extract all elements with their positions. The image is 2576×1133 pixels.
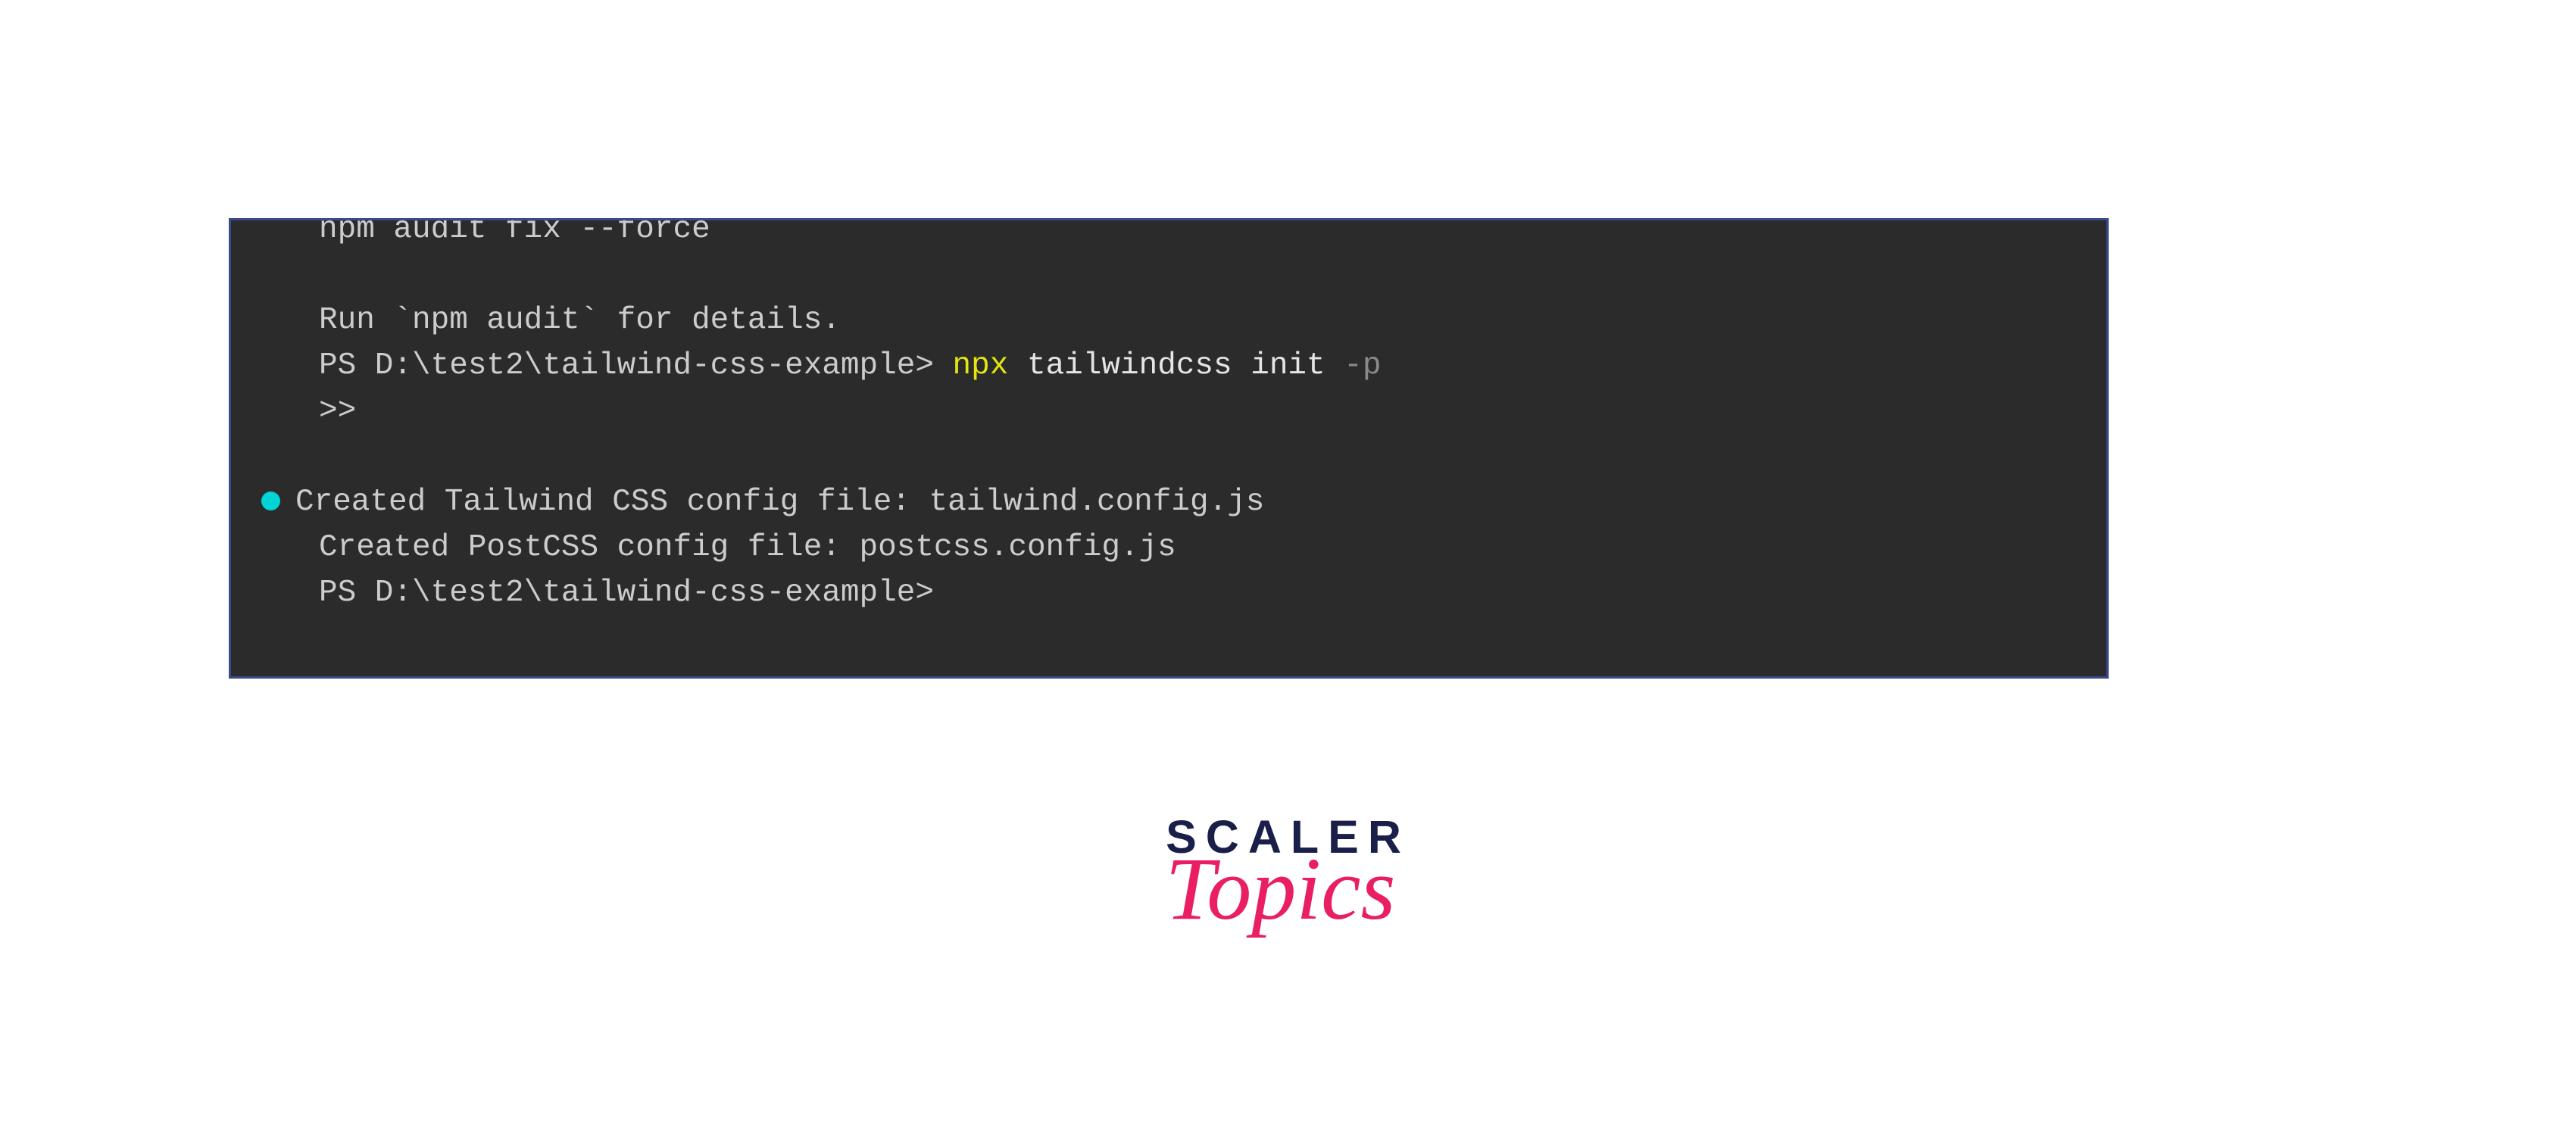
terminal-line-continuation: >> — [261, 389, 2076, 435]
terminal-command-exe: npx — [953, 344, 1009, 389]
terminal-text: Created Tailwind CSS config file: tailwi… — [295, 480, 1264, 525]
terminal-text: npm audit fix --force — [319, 218, 710, 253]
terminal-prompt: PS D:\test2\tailwind-css-example> — [319, 344, 953, 389]
terminal-line-created-tailwind: Created Tailwind CSS config file: tailwi… — [261, 480, 2076, 526]
bullet-icon — [261, 492, 280, 510]
terminal-text: >> — [319, 389, 356, 434]
terminal-line-command: PS D:\test2\tailwind-css-example> npx ta… — [261, 344, 2076, 389]
terminal-line-created-postcss: Created PostCSS config file: postcss.con… — [261, 526, 2076, 571]
logo-topics-text: Topics — [1151, 851, 1410, 927]
terminal-blank-line — [261, 253, 2076, 298]
terminal-command-flag: -p — [1344, 344, 1381, 389]
terminal-output: npm audit fix --force Run `npm audit` fo… — [231, 218, 2106, 616]
terminal-line-prompt-end: PS D:\test2\tailwind-css-example> — [261, 571, 2076, 616]
scaler-topics-logo: SCALER Topics — [1166, 814, 1410, 927]
terminal-prompt: PS D:\test2\tailwind-css-example> — [319, 571, 934, 616]
terminal-window[interactable]: npm audit fix --force Run `npm audit` fo… — [229, 218, 2109, 679]
terminal-command-args: tailwindcss init — [1008, 344, 1344, 389]
terminal-line-audit: Run `npm audit` for details. — [261, 298, 2076, 344]
terminal-line-partial: npm audit fix --force — [261, 218, 2076, 253]
terminal-text: Run `npm audit` for details. — [319, 298, 841, 343]
terminal-text: Created PostCSS config file: postcss.con… — [319, 526, 1176, 570]
terminal-blank-line — [261, 435, 2076, 480]
